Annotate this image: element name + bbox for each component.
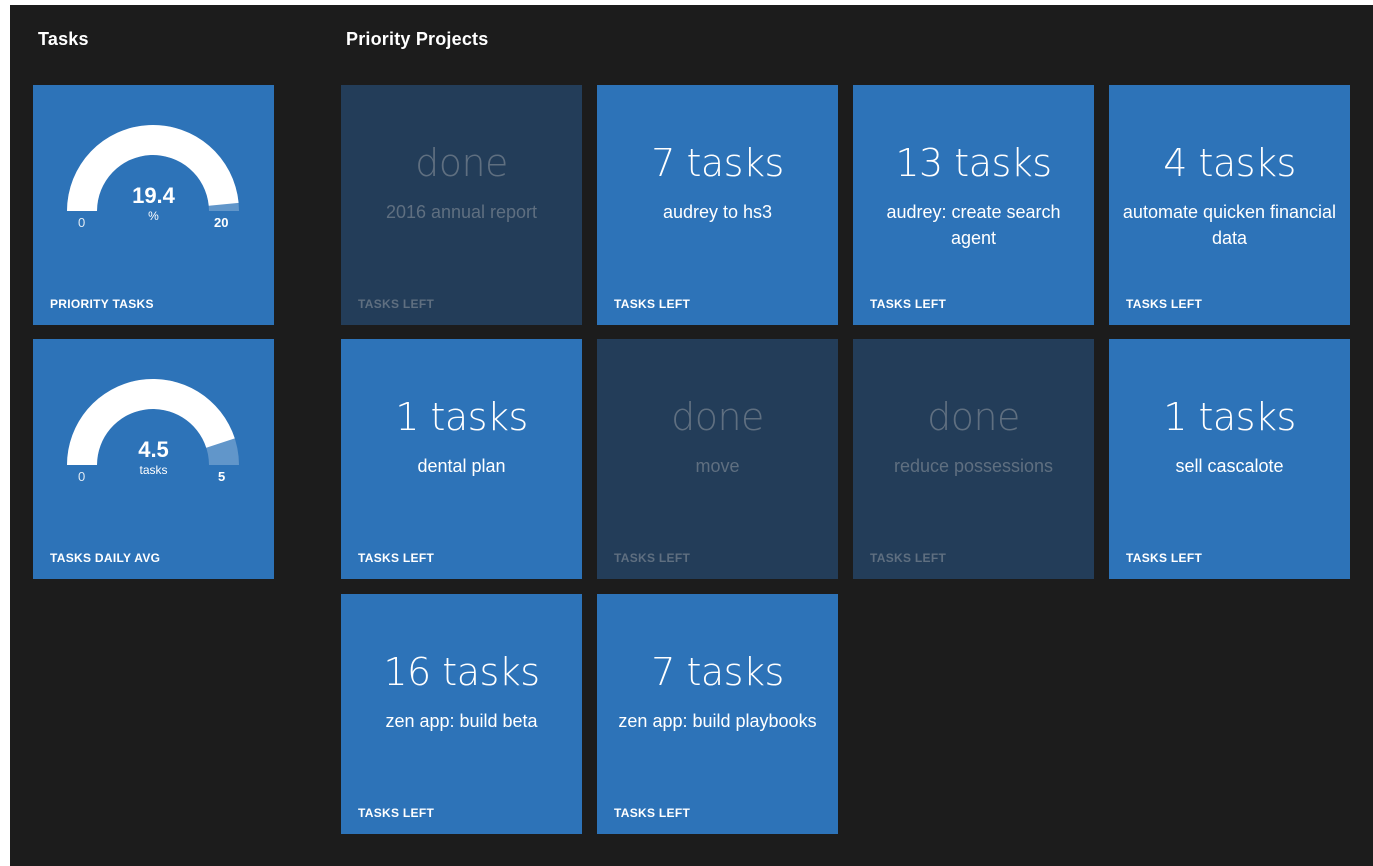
tile-label: TASKS LEFT	[358, 551, 435, 565]
project-tile-dental-plan[interactable]: 1 tasks dental plan TASKS LEFT	[341, 339, 582, 579]
project-task-count: 1 tasks	[1163, 395, 1296, 439]
project-task-count: 4 tasks	[1163, 141, 1296, 185]
project-task-count: done	[927, 395, 1020, 439]
dashboard-frame: Tasks Priority Projects 19.4 % 0 20 PRIO…	[10, 5, 1373, 866]
tasks-section-title: Tasks	[38, 29, 89, 49]
tile-label: TASKS LEFT	[614, 806, 691, 820]
priority-tasks-tile[interactable]: 19.4 % 0 20 PRIORITY TASKS	[33, 85, 274, 325]
project-tile-2016-annual-report[interactable]: done 2016 annual report TASKS LEFT	[341, 85, 582, 325]
project-tile-automate-quicken-financial-data[interactable]: 4 tasks automate quicken financial data …	[1109, 85, 1350, 325]
project-name: automate quicken financial data	[1122, 202, 1337, 248]
project-tile-zen-app-build-beta[interactable]: 16 tasks zen app: build beta TASKS LEFT	[341, 594, 582, 834]
tile-label: TASKS LEFT	[358, 806, 435, 820]
tasks-daily-avg-tile[interactable]: 4.5 tasks 0 5 TASKS DAILY AVG	[33, 339, 274, 579]
tile-label: PRIORITY TASKS	[50, 297, 154, 311]
tile-label: TASKS LEFT	[1126, 297, 1203, 311]
gauge-max: 20	[214, 215, 229, 230]
project-tile-reduce-possessions[interactable]: done reduce possessions TASKS LEFT	[853, 339, 1094, 579]
tile-label: TASKS LEFT	[870, 551, 947, 565]
tile-label: TASKS LEFT	[614, 551, 691, 565]
project-tile-move[interactable]: done move TASKS LEFT	[597, 339, 838, 579]
gauge-unit: %	[148, 209, 159, 223]
project-task-count: done	[671, 395, 764, 439]
tile-label: TASKS LEFT	[870, 297, 947, 311]
project-task-count: 7 tasks	[651, 650, 784, 694]
project-task-count: done	[415, 141, 508, 185]
gauge-value: 4.5	[138, 437, 169, 462]
priority-projects-title: Priority Projects	[346, 29, 489, 49]
project-name: dental plan	[417, 456, 506, 476]
project-name: audrey: create search agent	[886, 202, 1061, 248]
gauge-max: 5	[218, 469, 226, 484]
project-task-count: 1 tasks	[395, 395, 528, 439]
project-name: zen app: build beta	[385, 711, 538, 731]
project-task-count: 16 tasks	[383, 650, 540, 694]
project-task-count: 7 tasks	[651, 141, 784, 185]
project-tile-audrey-create-search-agent[interactable]: 13 tasks audrey: create search agent TAS…	[853, 85, 1094, 325]
project-name: move	[695, 456, 740, 476]
project-name: sell cascalote	[1175, 456, 1284, 476]
project-name: 2016 annual report	[385, 202, 538, 222]
gauge-min: 0	[78, 469, 86, 484]
project-task-count: 13 tasks	[895, 141, 1052, 185]
project-tile-zen-app-build-playbooks[interactable]: 7 tasks zen app: build playbooks TASKS L…	[597, 594, 838, 834]
project-tile-sell-cascalote[interactable]: 1 tasks sell cascalote TASKS LEFT	[1109, 339, 1350, 579]
tile-label: TASKS LEFT	[1126, 551, 1203, 565]
gauge-unit: tasks	[139, 463, 168, 477]
project-name: audrey to hs3	[662, 202, 773, 222]
tile-label: TASKS LEFT	[614, 297, 691, 311]
gauge-value: 19.4	[132, 183, 175, 208]
project-name: zen app: build playbooks	[618, 711, 817, 731]
tile-label: TASKS DAILY AVG	[50, 551, 161, 565]
tile-label: TASKS LEFT	[358, 297, 435, 311]
gauge-min: 0	[78, 215, 86, 230]
project-tile-audrey-to-hs3[interactable]: 7 tasks audrey to hs3 TASKS LEFT	[597, 85, 838, 325]
project-name: reduce possessions	[893, 456, 1054, 476]
